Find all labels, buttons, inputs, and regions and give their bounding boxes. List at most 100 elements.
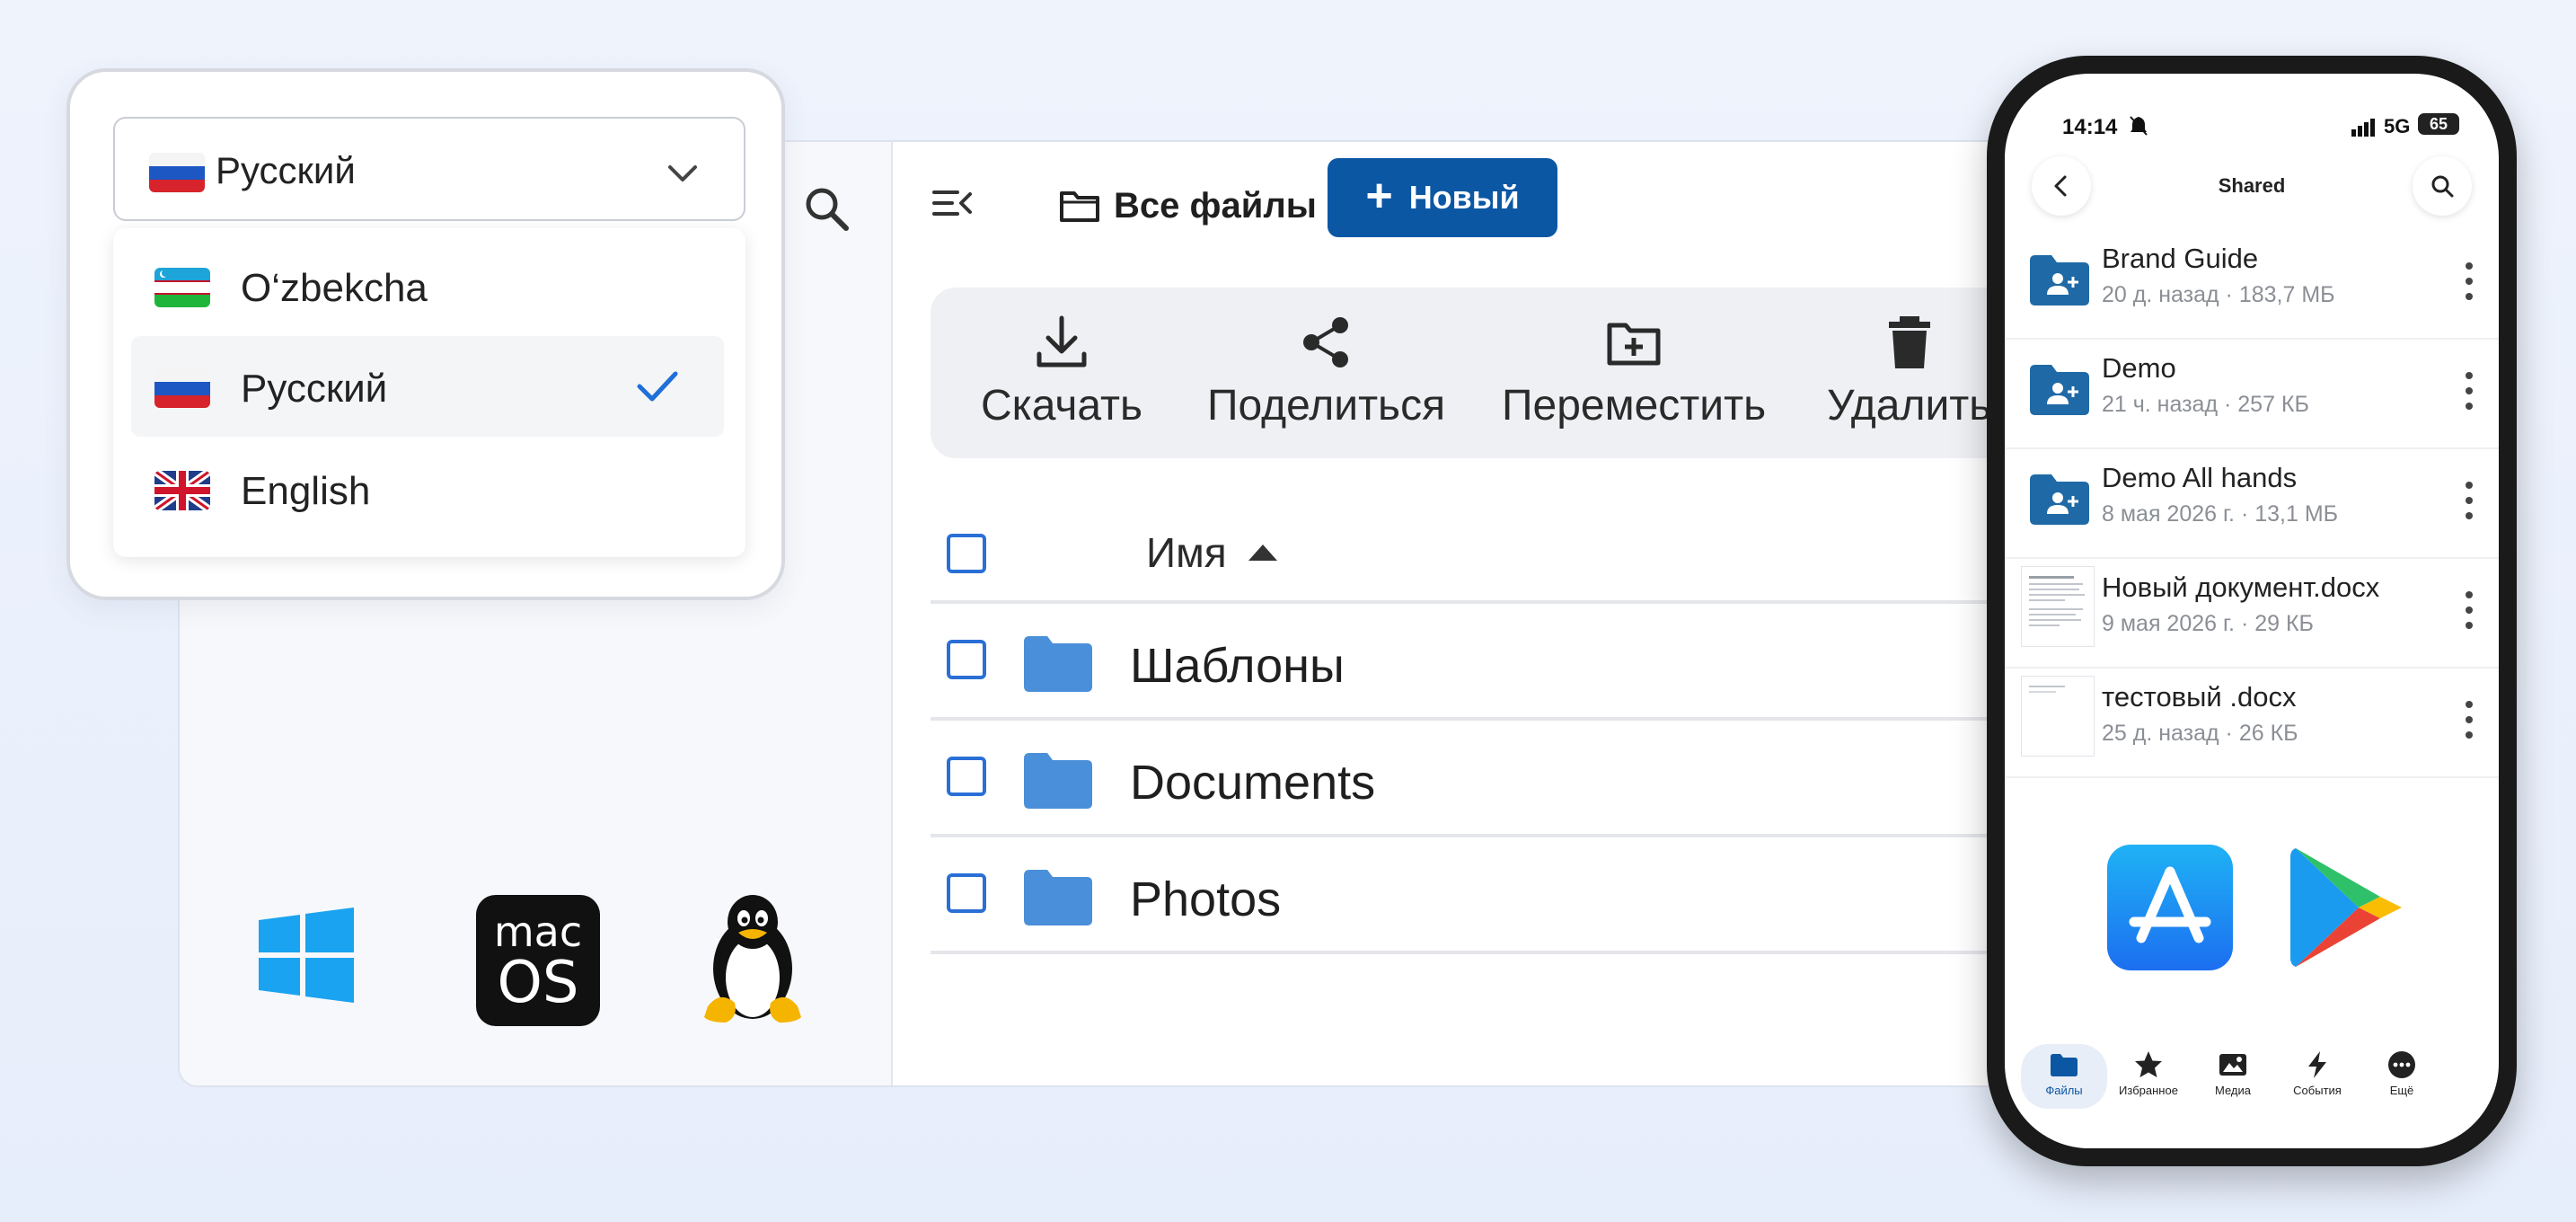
file-browser: Все файлы + Новый Скачать Поделиться Пер…: [893, 142, 2102, 1085]
item-meta: 25 д. назад · 26 КБ: [2102, 721, 2298, 746]
folder-icon: [1024, 870, 1092, 925]
share-action[interactable]: Поделиться: [1207, 314, 1445, 430]
phone-frame: 14:14 5G 65 Shared Brand Guide 20 д. наз…: [1987, 56, 2517, 1166]
download-label: Скачать: [981, 382, 1142, 429]
item-meta: 21 ч. назад · 257 КБ: [2102, 392, 2309, 417]
battery-level: 65: [2418, 113, 2459, 135]
list-item[interactable]: Demo 21 ч. назад · 257 КБ: [2005, 338, 2499, 449]
signal-icon: [2351, 119, 2375, 137]
nav-label: Файлы: [2045, 1084, 2083, 1097]
language-menu: O‘zbekcha Русский English: [113, 228, 745, 557]
macos-logo-text-bottom: OS: [497, 950, 579, 1016]
item-meta: 8 мая 2026 г. · 13,1 МБ: [2102, 501, 2339, 527]
shared-folder-icon: [2030, 474, 2089, 525]
table-row[interactable]: Documents: [931, 721, 2102, 837]
delete-action[interactable]: Удалить: [1827, 314, 1991, 430]
list-item[interactable]: тестовый .docx 25 д. назад · 26 КБ: [2005, 667, 2499, 778]
macos-logo-icon[interactable]: mac OS: [476, 895, 600, 1026]
table-row[interactable]: Шаблоны: [931, 604, 2102, 721]
search-icon[interactable]: [799, 182, 853, 235]
more-vertical-icon[interactable]: [2465, 259, 2474, 304]
language-option-russian[interactable]: Русский: [131, 336, 724, 437]
search-button[interactable]: [2413, 156, 2472, 216]
language-option-label: Русский: [241, 367, 388, 411]
phone-screen: 14:14 5G 65 Shared Brand Guide 20 д. наз…: [2005, 74, 2499, 1148]
download-action[interactable]: Скачать: [981, 314, 1142, 430]
folder-icon: [1024, 636, 1092, 692]
share-label: Поделиться: [1207, 382, 1446, 429]
bell-muted-icon: [2130, 116, 2148, 136]
status-time: 14:14: [2062, 115, 2118, 139]
app-store-icon[interactable]: [2107, 845, 2233, 970]
table-row[interactable]: Photos: [931, 837, 2102, 954]
language-select[interactable]: Русский: [113, 117, 745, 221]
list-item[interactable]: Brand Guide 20 д. назад · 183,7 МБ: [2005, 228, 2499, 340]
language-option-uzbek[interactable]: O‘zbekcha: [113, 235, 745, 336]
nav-more[interactable]: Ещё: [2359, 1044, 2445, 1097]
language-option-label: O‘zbekcha: [241, 266, 428, 310]
item-title: Demo: [2102, 352, 2176, 384]
phone-top-bar: Shared: [2005, 156, 2499, 228]
list-item[interactable]: Demo All hands 8 мая 2026 г. · 13,1 МБ: [2005, 447, 2499, 559]
search-icon: [2431, 175, 2454, 198]
gb-flag-icon: [154, 471, 210, 510]
new-button-label: Новый: [1408, 179, 1520, 216]
move-label: Переместить: [1502, 382, 1767, 429]
item-title: Brand Guide: [2102, 243, 2259, 274]
nav-files[interactable]: Файлы: [2021, 1044, 2107, 1109]
shared-folder-icon: [2030, 365, 2089, 415]
image-icon: [2219, 1054, 2246, 1076]
nav-media[interactable]: Медиа: [2190, 1044, 2276, 1097]
ru-flag-icon: [154, 368, 210, 408]
more-vertical-icon[interactable]: [2465, 588, 2474, 633]
folder-outline-icon: [1060, 191, 1099, 222]
nav-favorites[interactable]: Избранное: [2105, 1044, 2192, 1097]
more-vertical-icon[interactable]: [2465, 478, 2474, 523]
breadcrumb-label: Все файлы: [1114, 185, 1317, 226]
macos-logo-text-top: mac: [493, 908, 583, 956]
google-play-icon[interactable]: [2281, 845, 2407, 970]
more-vertical-icon[interactable]: [2465, 368, 2474, 413]
file-name: Photos: [1130, 872, 1282, 926]
list-item[interactable]: Новый документ.docx 9 мая 2026 г. · 29 К…: [2005, 557, 2499, 669]
more-horizontal-icon: [2388, 1051, 2415, 1078]
folder-icon: [2051, 1054, 2078, 1076]
ru-flag-icon: [149, 153, 205, 192]
nav-label: События: [2293, 1084, 2342, 1097]
move-folder-icon: [1607, 323, 1661, 366]
folder-icon: [1024, 753, 1092, 809]
file-name: Documents: [1130, 756, 1376, 810]
network-type: 5G: [2384, 115, 2411, 137]
windows-logo-icon[interactable]: [259, 908, 354, 1003]
move-action[interactable]: Переместить: [1502, 314, 1766, 430]
item-title: Demo All hands: [2102, 462, 2298, 493]
file-name: Шаблоны: [1130, 639, 1345, 693]
file-list-header: Имя: [931, 510, 2102, 604]
sort-ascending-icon[interactable]: [1248, 545, 1277, 561]
collapse-sidebar-icon[interactable]: [931, 182, 974, 225]
star-icon: [2135, 1051, 2162, 1077]
new-button[interactable]: + Новый: [1328, 158, 1557, 237]
breadcrumb[interactable]: Все файлы: [1058, 174, 1317, 237]
nav-events[interactable]: События: [2274, 1044, 2360, 1097]
item-title: Новый документ.docx: [2102, 571, 2380, 603]
document-thumbnail-icon: [2021, 676, 2095, 757]
row-checkbox[interactable]: [947, 757, 986, 796]
uz-flag-icon: [154, 268, 210, 307]
delete-label: Удалить: [1827, 382, 1992, 429]
plus-icon: +: [1365, 170, 1393, 222]
item-title: тестовый .docx: [2102, 681, 2297, 713]
select-all-checkbox[interactable]: [947, 534, 986, 573]
language-option-english[interactable]: English: [113, 438, 745, 539]
action-toolbar: Скачать Поделиться Переместить Удалить: [931, 288, 2102, 458]
shared-folder-icon: [2030, 255, 2089, 306]
row-checkbox[interactable]: [947, 640, 986, 679]
row-checkbox[interactable]: [947, 873, 986, 913]
trash-icon: [1888, 316, 1930, 368]
language-option-label: English: [241, 469, 371, 513]
linux-penguin-icon[interactable]: [699, 891, 807, 1026]
item-meta: 9 мая 2026 г. · 29 КБ: [2102, 611, 2314, 636]
language-picker-card: Русский O‘zbekcha Русский English: [66, 68, 785, 600]
more-vertical-icon[interactable]: [2465, 697, 2474, 742]
name-column-header[interactable]: Имя: [1146, 528, 1227, 577]
